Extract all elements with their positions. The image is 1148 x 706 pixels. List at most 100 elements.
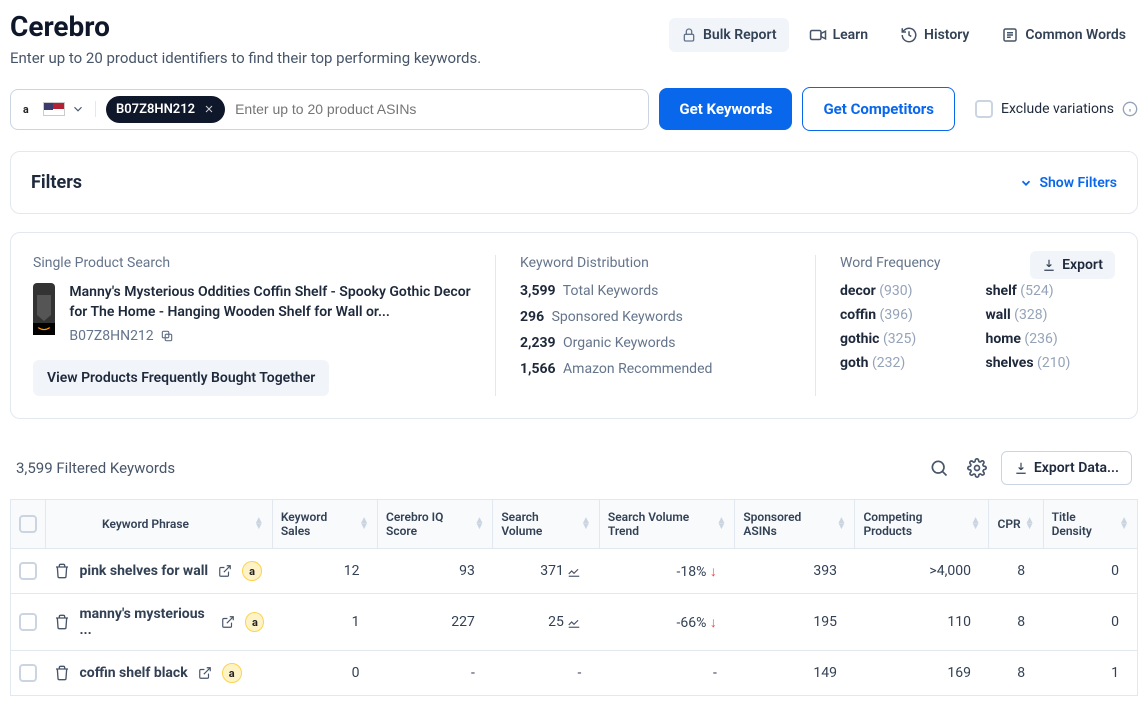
row-checkbox[interactable] <box>19 562 37 580</box>
trash-icon <box>54 614 70 630</box>
close-icon <box>203 103 215 115</box>
frequency-item[interactable]: wall (328) <box>986 307 1116 323</box>
sort-icon[interactable]: ▲▼ <box>581 518 591 530</box>
col-phrase[interactable]: Keyword Phrase <box>102 517 189 531</box>
sort-icon[interactable]: ▲▼ <box>1119 518 1129 530</box>
search-icon <box>929 458 949 478</box>
trend-down-icon: ↓ <box>710 564 717 580</box>
delete-row-button[interactable] <box>54 563 70 579</box>
frequency-item[interactable]: home (236) <box>986 331 1116 347</box>
distribution-item: 3,599 Total Keywords <box>520 283 795 299</box>
chart-icon[interactable] <box>567 615 581 629</box>
filtered-keywords-count: 3,599 Filtered Keywords <box>16 459 175 477</box>
open-link-button[interactable] <box>218 563 232 579</box>
sort-icon[interactable]: ▲▼ <box>716 518 726 530</box>
learn-button[interactable]: Learn <box>797 18 880 52</box>
keyword-phrase: pink shelves for wall <box>80 563 209 579</box>
keyword-table: Keyword Phrase ▲▼ Keyword Sales ▲▼ Cerebro… <box>10 499 1138 696</box>
gear-icon <box>967 458 987 478</box>
export-data-button[interactable]: Export Data... <box>1001 451 1132 485</box>
product-title: Manny's Mysterious Oddities Coffin Shelf… <box>69 283 475 322</box>
select-all-checkbox[interactable] <box>19 515 37 533</box>
keyword-distribution-heading: Keyword Distribution <box>520 255 795 271</box>
show-filters-toggle[interactable]: Show Filters <box>1019 175 1117 191</box>
chevron-down-icon <box>71 102 85 116</box>
amazon-badge[interactable]: a <box>242 561 262 581</box>
asin-input[interactable] <box>235 101 638 117</box>
marketplace-select[interactable]: a <box>21 101 96 117</box>
page-title: Cerebro <box>10 10 481 43</box>
col-competing[interactable]: Competing Products <box>863 510 966 538</box>
col-volume[interactable]: Search Volume <box>501 510 577 538</box>
info-icon[interactable] <box>1122 101 1138 117</box>
delete-row-button[interactable] <box>54 614 70 630</box>
col-sponsored[interactable]: Sponsored ASINs <box>743 510 832 538</box>
row-checkbox[interactable] <box>19 664 37 682</box>
frequency-item[interactable]: gothic (325) <box>840 331 970 347</box>
get-keywords-button[interactable]: Get Keywords <box>659 88 792 130</box>
external-link-icon <box>221 615 235 629</box>
distribution-item: 296 Sponsored Keywords <box>520 309 795 325</box>
frequency-item[interactable]: shelves (210) <box>986 355 1116 371</box>
get-competitors-button[interactable]: Get Competitors <box>802 87 955 131</box>
table-row: coffin shelf blacka0---14916981 <box>11 651 1138 696</box>
amazon-icon <box>37 324 51 334</box>
bulk-report-button[interactable]: Bulk Report <box>669 18 789 52</box>
amazon-logo-icon: a <box>21 101 37 117</box>
delete-row-button[interactable] <box>54 665 70 681</box>
search-table-button[interactable] <box>925 454 953 482</box>
sort-icon[interactable]: ▲▼ <box>254 518 264 530</box>
history-button[interactable]: History <box>888 18 981 52</box>
product-thumbnail[interactable] <box>33 283 55 333</box>
flag-usa-icon <box>43 102 65 116</box>
exclude-variations-checkbox[interactable] <box>975 100 993 118</box>
summary-card: Single Product Search Manny's Mysterious… <box>10 232 1138 419</box>
remove-asin-button[interactable] <box>203 102 215 117</box>
col-cpr[interactable]: CPR <box>997 517 1020 531</box>
table-row: pink shelves for walla1293371 -18% ↓393>… <box>11 549 1138 594</box>
single-product-search-heading: Single Product Search <box>33 255 475 271</box>
external-link-icon <box>218 564 232 578</box>
exclude-variations-label: Exclude variations <box>1001 101 1114 117</box>
chart-icon[interactable] <box>567 564 581 578</box>
external-link-icon <box>198 666 212 680</box>
frequency-item[interactable]: shelf (524) <box>986 283 1116 299</box>
frequently-bought-together-button[interactable]: View Products Frequently Bought Together <box>33 360 329 396</box>
col-iq[interactable]: Cerebro IQ Score <box>386 510 470 538</box>
table-settings-button[interactable] <box>963 454 991 482</box>
asin-input-container: a B07Z8HN212 <box>10 89 649 130</box>
open-link-button[interactable] <box>221 614 235 630</box>
history-icon <box>900 26 918 44</box>
download-icon <box>1042 258 1056 272</box>
page-subtitle: Enter up to 20 product identifiers to fi… <box>10 49 481 67</box>
sort-icon[interactable]: ▲▼ <box>837 518 847 530</box>
sort-icon[interactable]: ▲▼ <box>474 518 484 530</box>
col-density[interactable]: Title Density <box>1052 510 1116 538</box>
common-words-button[interactable]: Common Words <box>989 18 1138 52</box>
filters-panel: Filters Show Filters <box>10 151 1138 214</box>
col-trend[interactable]: Search Volume Trend <box>608 510 713 538</box>
row-checkbox[interactable] <box>19 613 37 631</box>
asin-chip: B07Z8HN212 <box>106 96 225 123</box>
sort-icon[interactable]: ▲▼ <box>971 518 981 530</box>
filters-title: Filters <box>31 172 82 193</box>
sort-icon[interactable]: ▲▼ <box>1025 518 1035 530</box>
download-icon <box>1014 461 1028 475</box>
frequency-item[interactable]: decor (930) <box>840 283 970 299</box>
amazon-badge[interactable]: a <box>245 612 264 632</box>
sort-icon[interactable]: ▲▼ <box>359 518 369 530</box>
keyword-phrase: manny's mysterious ... <box>80 606 212 638</box>
chevron-down-icon <box>1019 176 1033 190</box>
trash-icon <box>54 563 70 579</box>
svg-text:a: a <box>23 103 29 116</box>
export-frequency-button[interactable]: Export <box>1030 251 1115 279</box>
frequency-item[interactable]: coffin (396) <box>840 307 970 323</box>
distribution-item: 1,566 Amazon Recommended <box>520 361 795 377</box>
copy-asin-button[interactable] <box>160 328 174 344</box>
lock-icon <box>681 27 697 43</box>
table-row: manny's mysterious ...a122725 -66% ↓1951… <box>11 594 1138 651</box>
col-sales[interactable]: Keyword Sales <box>281 510 355 538</box>
frequency-item[interactable]: goth (232) <box>840 355 970 371</box>
amazon-badge[interactable]: a <box>222 663 242 683</box>
open-link-button[interactable] <box>198 665 212 681</box>
